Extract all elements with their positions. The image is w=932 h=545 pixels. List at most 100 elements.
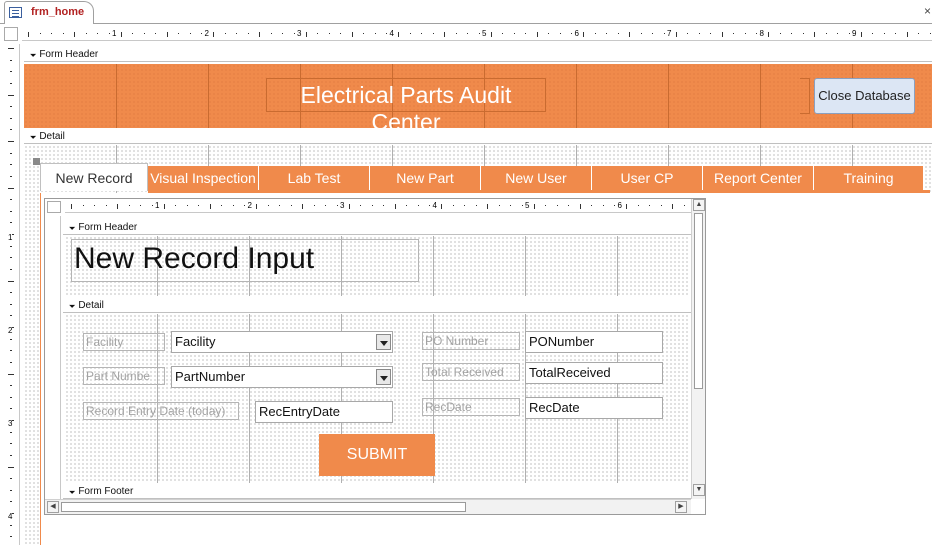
- ruler-tick: [10, 210, 12, 212]
- ruler-tick: [282, 33, 284, 34]
- facility-combo-value: Facility: [175, 334, 216, 349]
- subform-horizontal-scrollbar[interactable]: ◀ ▶: [45, 499, 691, 514]
- ruler-tick: [825, 33, 827, 34]
- ruler-tick: [640, 33, 642, 34]
- ruler-tick: [305, 32, 307, 37]
- ruler-tick: [591, 205, 593, 206]
- ruler-tick: [10, 82, 12, 84]
- partnumber-combo[interactable]: PartNumber: [171, 366, 393, 388]
- ruler-number: 7: [667, 29, 672, 38]
- ruler-tick: [302, 204, 304, 209]
- ruler-tick: [502, 33, 504, 34]
- ruler-tick: [432, 33, 434, 34]
- ruler-tick: [82, 205, 84, 206]
- scroll-down-icon[interactable]: ▼: [693, 484, 705, 496]
- selection-handle[interactable]: [33, 158, 40, 165]
- ruler-tick: [10, 396, 12, 398]
- horizontal-scroll-thumb[interactable]: [61, 502, 466, 512]
- ruler-tick: [132, 33, 134, 34]
- ruler-tick: [10, 222, 12, 224]
- ruler-tick: [62, 33, 64, 34]
- ruler-tick: [10, 106, 12, 108]
- detail-section-bar[interactable]: 🞃 Detail: [24, 128, 932, 144]
- tab-new-part[interactable]: New Part: [370, 166, 481, 190]
- ruler-tick: [360, 205, 362, 206]
- ruler-tick: [649, 205, 651, 206]
- total-received-field[interactable]: TotalReceived: [525, 362, 663, 384]
- ruler-tick: [441, 204, 442, 209]
- close-document-icon[interactable]: ×: [924, 4, 931, 18]
- ruler-tick: [675, 32, 677, 37]
- chevron-down-icon[interactable]: [376, 334, 391, 350]
- ruler-tick: [279, 205, 281, 206]
- subform-form-header-bar[interactable]: 🞃 Form Header: [63, 219, 691, 235]
- new-record-subform[interactable]: 123456 🞃 Form Header New Record Input 🞃 De…: [44, 198, 706, 515]
- ruler-tick: [637, 205, 639, 206]
- ruler-tick: [872, 33, 874, 34]
- section-arrow-icon: 🞃: [30, 49, 37, 59]
- app-title-box[interactable]: Electrical Parts Audit Center: [266, 78, 546, 135]
- ruler-tick: [10, 361, 12, 363]
- tab-new-user[interactable]: New User: [481, 166, 592, 190]
- ruler-tick: [10, 199, 12, 201]
- scroll-right-icon[interactable]: ▶: [675, 501, 687, 513]
- close-database-button[interactable]: Close Database: [814, 78, 915, 114]
- tab-visual-inspection[interactable]: Visual Inspection: [148, 166, 259, 190]
- ruler-tick: [452, 205, 454, 206]
- ruler-tick: [363, 33, 365, 34]
- ruler-tick: [721, 32, 723, 37]
- ruler-tick: [744, 33, 746, 34]
- ruler-tick: [660, 205, 662, 206]
- record-entry-date-field[interactable]: RecEntryDate: [255, 401, 393, 423]
- subform-detail-bar[interactable]: 🞃 Detail: [63, 297, 691, 313]
- tab-training[interactable]: Training: [814, 166, 924, 190]
- form-header-section-bar[interactable]: 🞃 Form Header: [24, 46, 932, 62]
- ruler-tick: [10, 268, 12, 270]
- ruler-tick: [583, 32, 584, 37]
- ponumber-field[interactable]: PONumber: [525, 331, 663, 353]
- recdate-field[interactable]: RecDate: [525, 397, 663, 419]
- document-tab-strip: frm_home ×: [0, 0, 932, 24]
- ruler-tick: [371, 205, 373, 206]
- subform-horizontal-ruler: 1 2 3 4 5 6: [65, 199, 691, 213]
- ruler-tick: [467, 33, 469, 34]
- document-tab-frm-home[interactable]: frm_home: [4, 1, 94, 24]
- tab-report-center[interactable]: Report Center: [703, 166, 814, 190]
- ruler-tick: [455, 33, 457, 34]
- tab-lab-test[interactable]: Lab Test: [259, 166, 370, 190]
- subform-vertical-scrollbar[interactable]: ▲ ▼: [691, 199, 705, 499]
- ruler-tick: [328, 33, 330, 34]
- ruler-tick: [398, 32, 399, 37]
- ruler-tick: [837, 33, 839, 34]
- ruler-tick: [687, 33, 689, 34]
- ruler-tick: [198, 205, 200, 206]
- ruler-tick: [293, 33, 295, 34]
- chevron-down-icon[interactable]: [376, 369, 391, 385]
- form-header-band: Electrical Parts Audit Center Close Data…: [24, 64, 932, 135]
- ruler-tick: [510, 205, 512, 206]
- ruler-tick: [189, 33, 191, 34]
- scroll-left-icon[interactable]: ◀: [47, 501, 59, 513]
- subform-form-footer-bar[interactable]: 🞃 Form Footer: [63, 483, 691, 499]
- ruler-tick: [94, 205, 96, 206]
- ruler-tick: [464, 205, 466, 206]
- ruler-tick: [606, 33, 608, 34]
- ruler-tick: [313, 205, 315, 206]
- tab-user-cp[interactable]: User CP: [592, 166, 703, 190]
- submit-button[interactable]: SUBMIT: [319, 434, 435, 476]
- tab-new-record[interactable]: New Record: [40, 163, 148, 191]
- ruler-tick: [209, 204, 211, 209]
- ruler-tick: [244, 205, 246, 206]
- ruler-tick: [140, 205, 142, 206]
- scroll-up-icon[interactable]: ▲: [693, 199, 705, 211]
- ruler-tick: [290, 205, 292, 206]
- ruler-tick: [513, 33, 515, 34]
- subform-title-box[interactable]: New Record Input: [71, 239, 419, 282]
- document-tab-label: frm_home: [31, 6, 85, 18]
- form-icon: [9, 7, 22, 18]
- record-entry-date-label: Record Entry Date (today): [83, 402, 239, 420]
- facility-combo[interactable]: Facility: [171, 331, 393, 353]
- vertical-scroll-thumb[interactable]: [694, 213, 703, 389]
- ruler-tick: [895, 33, 897, 34]
- ruler-number: 8: [759, 29, 764, 38]
